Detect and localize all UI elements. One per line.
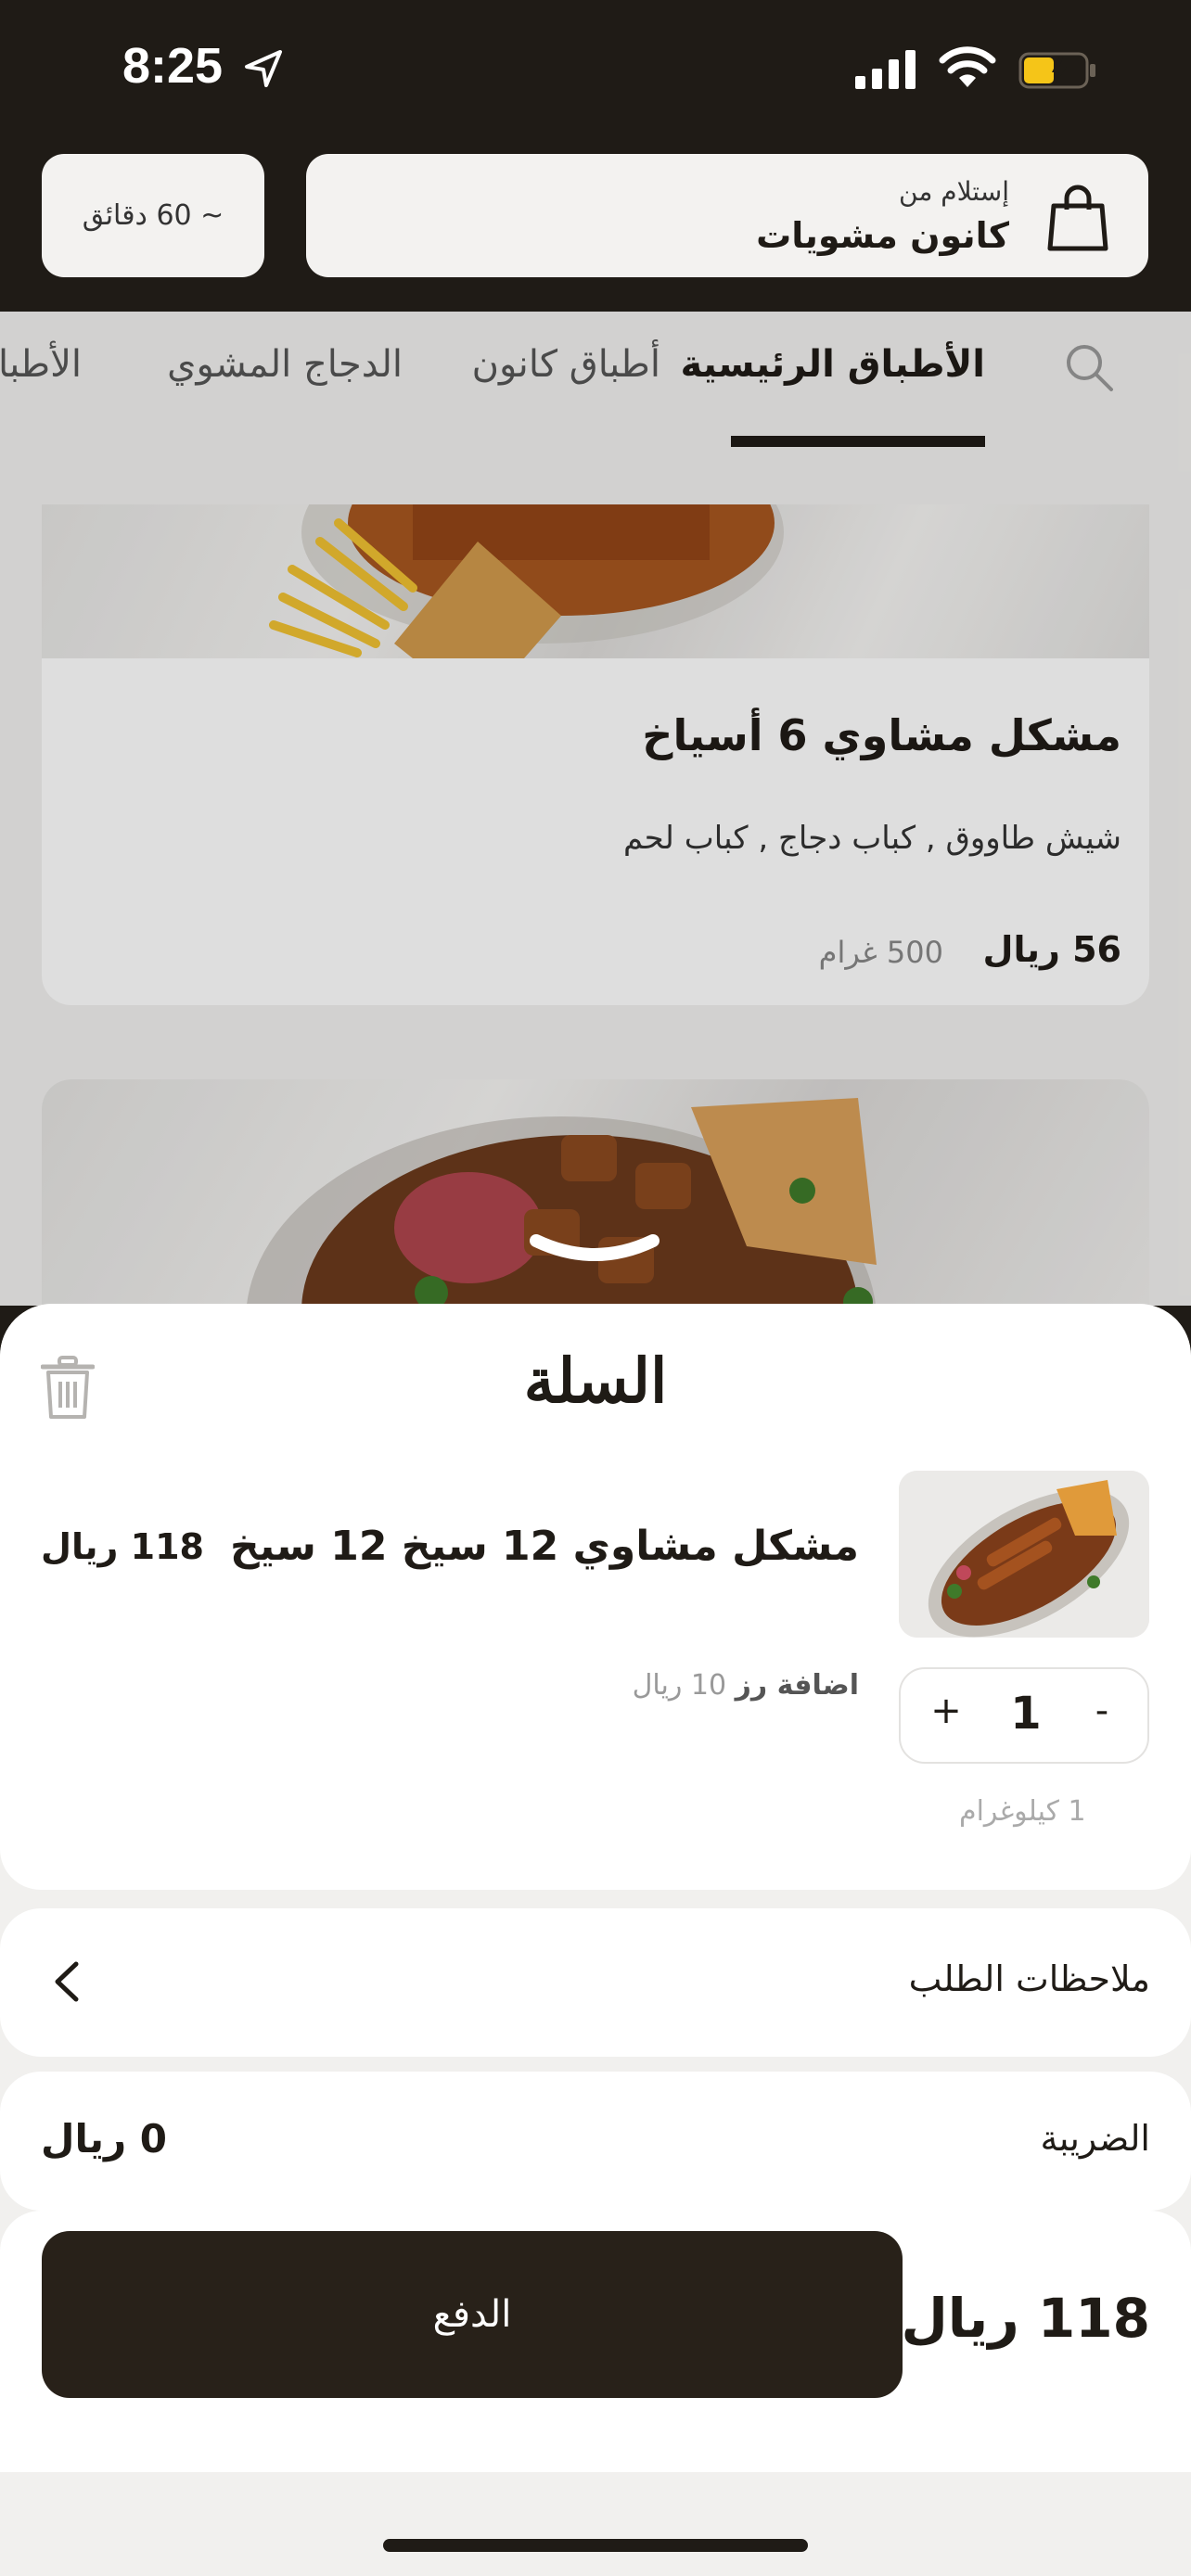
cart-item-image [899, 1471, 1149, 1638]
cart-item-name: مشكل مشاوي 12 سيخ 12 سيخ [229, 1523, 859, 1570]
cart-sheet: السلة مشكل مشاوي 12 سيخ 12 سيخ 118 ريال … [0, 1304, 1191, 2576]
pickup-label: إستلام من [899, 176, 1009, 207]
quantity-value: 1 [1010, 1688, 1042, 1740]
active-tab-indicator [731, 436, 985, 447]
increment-button[interactable]: + [923, 1690, 969, 1732]
trash-icon[interactable] [41, 1356, 95, 1421]
checkout-bar: الدفع 118 ريال [0, 2211, 1191, 2472]
status-bar: 8:25 [0, 0, 1191, 148]
prep-time-pill[interactable]: ~ 60 دقائق [42, 154, 264, 277]
tax-label: الضريبة [1040, 2118, 1150, 2159]
quantity-stepper: + 1 - [899, 1667, 1149, 1764]
cart-item-photo [899, 1471, 1149, 1638]
dish-photo [269, 504, 784, 658]
menu-item-weight: 500 غرام [818, 935, 943, 970]
cellular-signal-icon [855, 50, 916, 89]
tab-grilled-chicken[interactable]: الدجاج المشوي [167, 343, 403, 386]
menu-item-card[interactable]: مشكل مشاوي 6 أسياخ شيش طاووق , كباب دجاج… [42, 504, 1149, 1005]
location-arrow-icon [245, 50, 282, 87]
menu-item-title: مشكل مشاوي 6 أسياخ [642, 710, 1121, 760]
order-notes-label: ملاحظات الطلب [908, 1958, 1150, 1999]
wifi-icon [939, 46, 996, 87]
pay-button[interactable]: الدفع [42, 2231, 903, 2398]
tax-value: 0 ريال [41, 2116, 168, 2162]
cart-item-weight: 1 كيلوغرام [959, 1795, 1086, 1828]
decrement-button[interactable]: - [1079, 1690, 1125, 1732]
tax-row: الضريبة 0 ريال [0, 2072, 1191, 2211]
cart-item-price: 118 ريال [41, 1526, 204, 1567]
order-total: 118 ريال [901, 2287, 1150, 2350]
pickup-restaurant-name: كانون مشويات [756, 215, 1009, 256]
pickup-location-selector[interactable]: إستلام من كانون مشويات [306, 154, 1148, 277]
cart-items-section: السلة مشكل مشاوي 12 سيخ 12 سيخ 118 ريال … [0, 1304, 1191, 1890]
status-time: 8:25 [122, 38, 224, 94]
menu-item-description: شيش طاووق , كباب دجاج , كباب لحم [622, 820, 1121, 857]
pickup-header: ~ 60 دقائق إستلام من كانون مشويات [0, 148, 1191, 312]
battery-icon [1018, 52, 1095, 89]
search-icon[interactable] [1061, 339, 1117, 395]
chevron-left-icon [55, 1961, 79, 2002]
tab-more[interactable]: الأطباق [0, 343, 82, 386]
tab-main-dishes[interactable]: الأطباق الرئيسية [681, 343, 985, 386]
addon-price: 10 ريال [632, 1669, 727, 1702]
tab-kanoun-dishes[interactable]: أطباق كانون [472, 343, 660, 386]
order-notes-row[interactable]: ملاحظات الطلب [0, 1908, 1191, 2057]
home-indicator[interactable] [383, 2539, 808, 2552]
addon-name: اضافة رز [735, 1669, 859, 1702]
cart-item-addon: اضافة رز 10 ريال [633, 1669, 859, 1702]
cart-title: السلة [523, 1345, 668, 1417]
collapse-sheet-chevron-icon[interactable] [527, 1231, 662, 1274]
prep-time-label: ~ 60 دقائق [82, 199, 224, 232]
dish-image [42, 504, 1149, 658]
shopping-bag-icon [1047, 185, 1108, 251]
menu-item-price: 56 ريال [982, 929, 1121, 970]
menu-list: مشكل مشاوي 6 أسياخ شيش طاووق , كباب دجاج… [0, 504, 1191, 1306]
category-tabs: الأطباق الرئيسية أطباق كانون الدجاج المش… [0, 312, 1191, 504]
